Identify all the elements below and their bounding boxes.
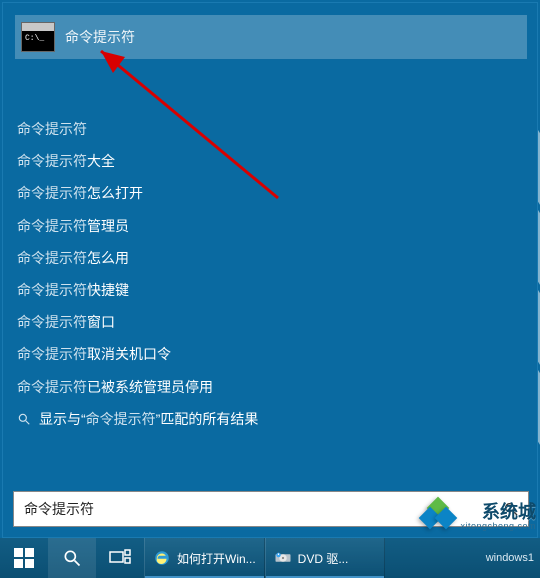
windows-logo-icon: [14, 548, 34, 568]
taskbar-app-dvd[interactable]: DVD 驱...: [265, 538, 385, 578]
search-icon: [503, 501, 519, 517]
suggestions-list: 命令提示符 命令提示符大全 命令提示符怎么打开 命令提示符管理员 命令提示符怎么…: [17, 113, 517, 435]
suggestion-item[interactable]: 命令提示符怎么用: [17, 242, 517, 274]
taskbar-app-label: DVD 驱...: [298, 550, 349, 567]
taskbar-search-button[interactable]: [48, 538, 96, 578]
best-match-label: 命令提示符: [65, 27, 135, 47]
show-all-results-label: 显示与“命令提示符”匹配的所有结果: [39, 410, 258, 428]
search-input[interactable]: [14, 501, 494, 517]
start-button[interactable]: [0, 538, 48, 578]
show-all-results[interactable]: 显示与“命令提示符”匹配的所有结果: [17, 403, 517, 435]
search-icon: [17, 412, 31, 426]
taskbar: 如何打开Win... DVD 驱... windows1: [0, 538, 540, 578]
search-button[interactable]: [494, 492, 528, 526]
suggestion-item[interactable]: 命令提示符取消关机口令: [17, 338, 517, 370]
search-box[interactable]: [13, 491, 529, 527]
task-view-icon: [109, 549, 131, 567]
suggestion-item[interactable]: 命令提示符窗口: [17, 306, 517, 338]
taskbar-app-ie[interactable]: 如何打开Win...: [144, 538, 265, 578]
suggestion-item[interactable]: 命令提示符管理员: [17, 210, 517, 242]
command-prompt-icon: C:\_: [21, 22, 55, 52]
dvd-drive-icon: [274, 549, 292, 567]
suggestion-item[interactable]: 命令提示符已被系统管理员停用: [17, 371, 517, 403]
best-match-item[interactable]: C:\_ 命令提示符: [15, 15, 527, 59]
suggestion-item[interactable]: 命令提示符: [17, 113, 517, 145]
internet-explorer-icon: [153, 549, 171, 567]
taskbar-app-label: 如何打开Win...: [177, 550, 256, 567]
suggestion-item[interactable]: 命令提示符快捷键: [17, 274, 517, 306]
search-icon: [62, 548, 82, 568]
search-flyout-panel: C:\_ 命令提示符 命令提示符 命令提示符大全 命令提示符怎么打开 命令提示符…: [2, 2, 538, 538]
suggestion-item[interactable]: 命令提示符大全: [17, 145, 517, 177]
taskbar-tray-text: windows1: [480, 538, 540, 578]
task-view-button[interactable]: [96, 538, 144, 578]
suggestion-item[interactable]: 命令提示符怎么打开: [17, 177, 517, 209]
